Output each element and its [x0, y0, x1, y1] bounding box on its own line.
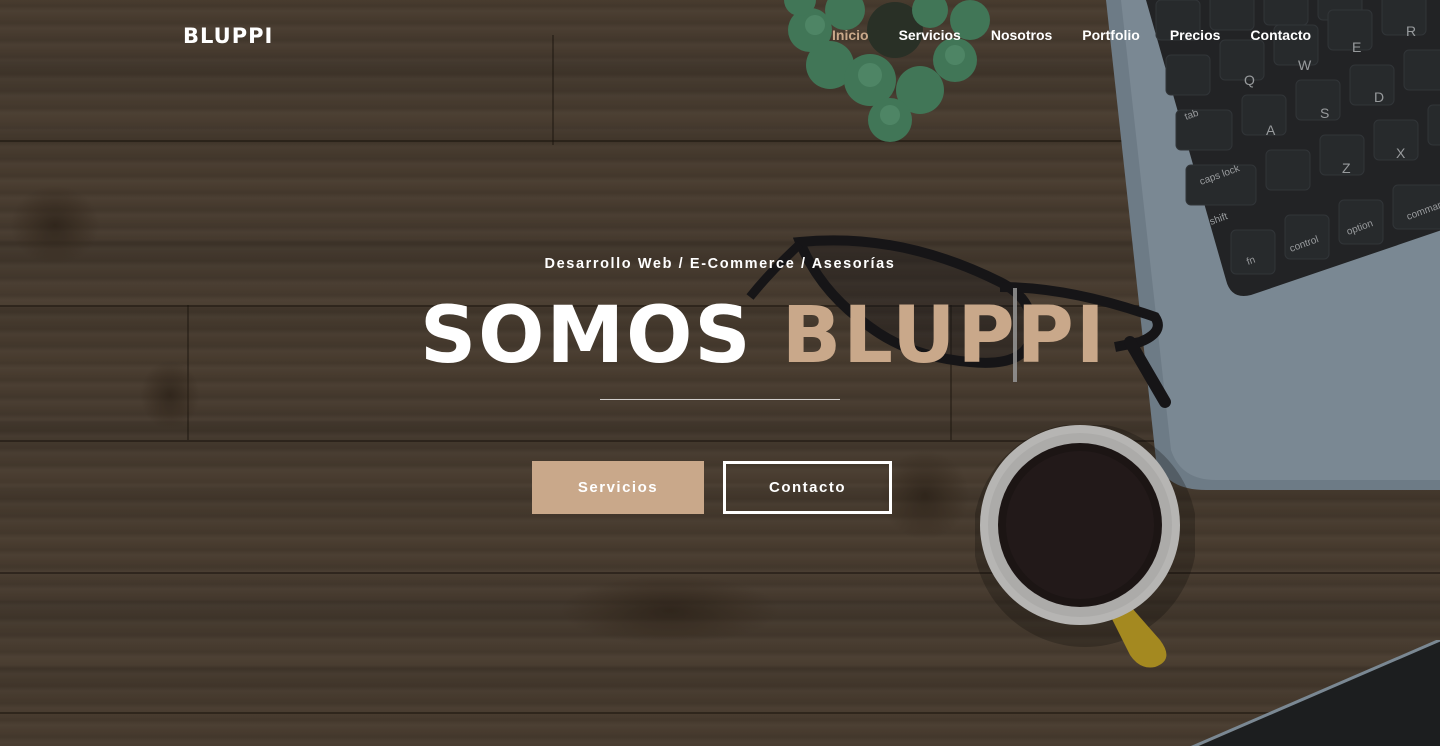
contacto-button[interactable]: Contacto — [723, 461, 892, 514]
main-nav: Inicio Servicios Nosotros Portfolio Prec… — [832, 27, 1341, 43]
typing-cursor — [1013, 288, 1017, 382]
nav-item-precios[interactable]: Precios — [1170, 27, 1221, 43]
nav-item-nosotros[interactable]: Nosotros — [991, 27, 1052, 43]
hero-divider — [600, 399, 840, 400]
headline-prefix: SOMOS — [420, 291, 782, 381]
logo[interactable]: BLUPPI — [183, 24, 273, 48]
hero-headline: SOMOS BLUPPI — [420, 288, 1107, 384]
nav-item-inicio[interactable]: Inicio — [832, 27, 869, 43]
servicios-button[interactable]: Servicios — [532, 461, 704, 514]
headline-accent: BLUPPI — [781, 291, 1107, 381]
nav-item-contacto[interactable]: Contacto — [1250, 27, 1311, 43]
nav-item-servicios[interactable]: Servicios — [899, 27, 961, 43]
nav-item-portfolio[interactable]: Portfolio — [1082, 27, 1140, 43]
hero-subtitle: Desarrollo Web / E-Commerce / Asesorías — [544, 256, 896, 272]
